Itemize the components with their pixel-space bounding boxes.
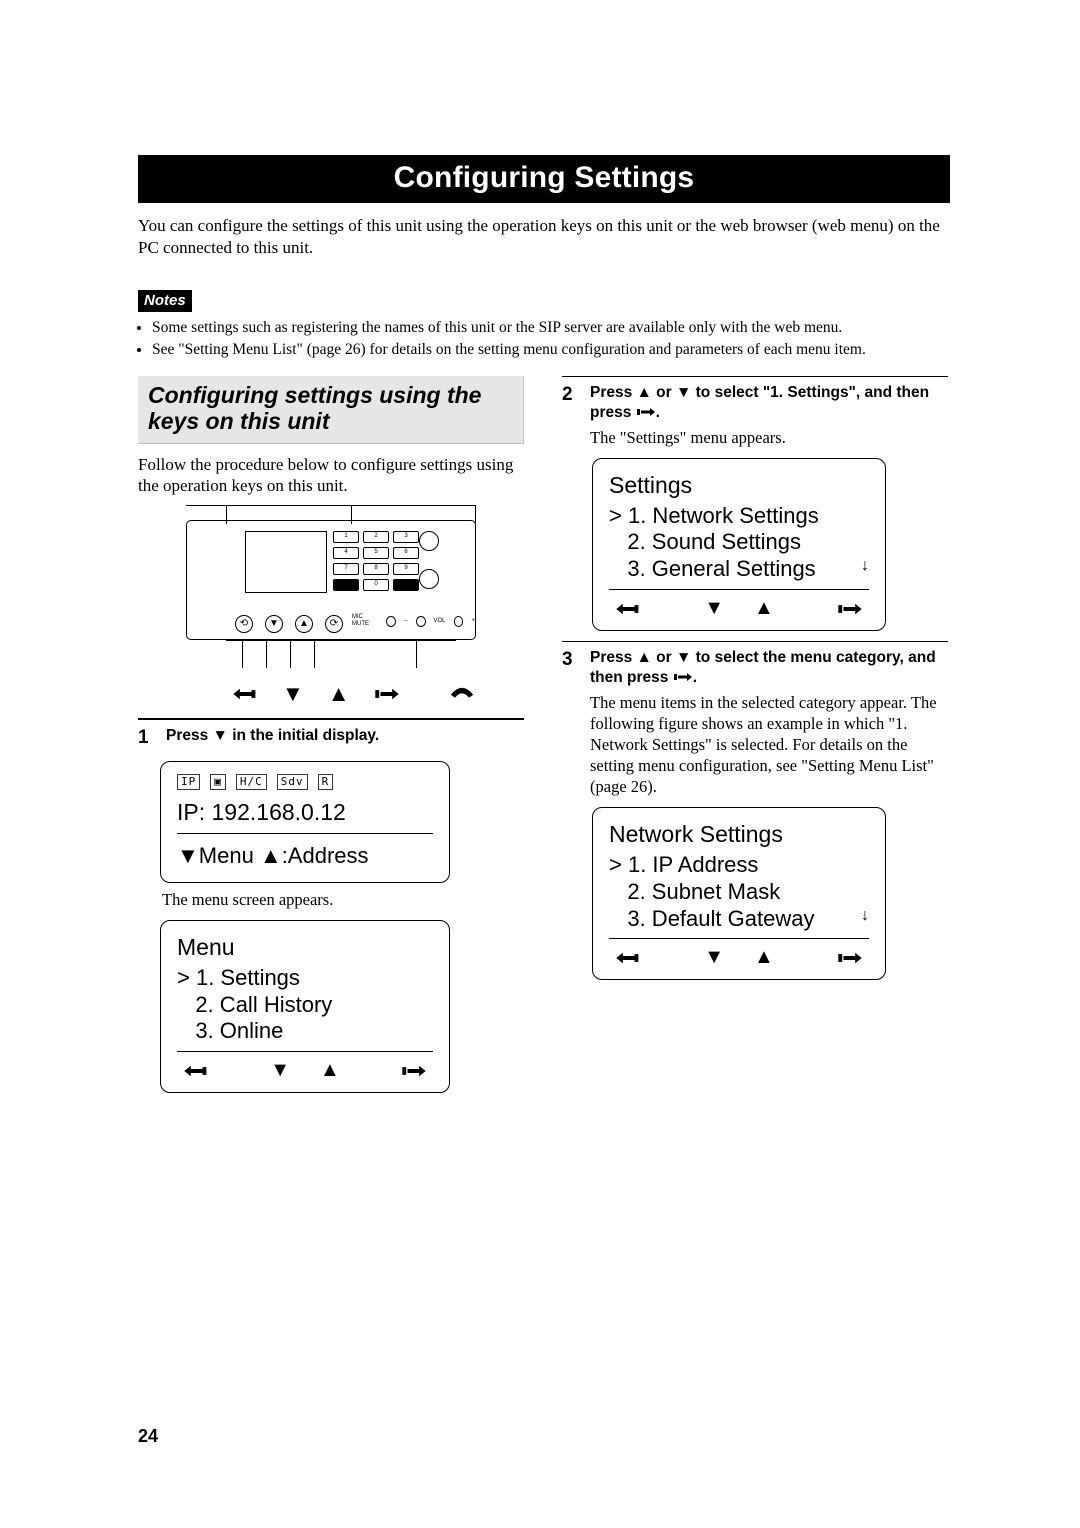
back-icon [232, 680, 258, 708]
lcd-menu-title: Settings [609, 471, 869, 500]
lcd-footer-hint: ▼Menu ▲:Address [177, 842, 433, 870]
lcd-ip-line: IP: 192.168.0.12 [177, 798, 433, 827]
device-illustration: 123 456 789 0 ⟲ ▼ ▲ ⟳ MIC MUTE [186, 505, 476, 708]
enter-icon [401, 1062, 427, 1080]
banner-title: Configuring Settings [394, 161, 695, 194]
up-icon: ▲ [754, 945, 774, 971]
lcd-initial-display: IP ▣ H/C Sdv R IP: 192.168.0.12 ▼Menu ▲:… [160, 761, 450, 884]
lcd-menu-item: 3. Default Gateway [609, 906, 814, 933]
step-1: 1 Press ▼ in the initial display. [138, 726, 524, 750]
scroll-down-indicator: ↓ [861, 906, 869, 933]
lcd-network-settings: Network Settings 1. IP Address 2. Subnet… [592, 807, 886, 980]
enter-icon [673, 669, 693, 686]
page-number: 24 [138, 1425, 158, 1448]
step-number: 1 [138, 726, 156, 750]
scroll-down-indicator: ↓ [861, 556, 869, 583]
step-number: 2 [562, 383, 580, 448]
lcd-settings-menu: Settings 1. Network Settings 2. Sound Se… [592, 458, 886, 631]
lcd-menu-item: 1. Network Settings [609, 503, 869, 530]
step-1-instruction: Press ▼ in the initial display. [166, 726, 524, 746]
down-button-icon: ▼ [265, 615, 283, 633]
back-icon [615, 949, 641, 967]
lead-paragraph: Follow the procedure below to configure … [138, 454, 524, 498]
down-icon: ▼ [270, 1058, 290, 1084]
hook-icon [448, 680, 476, 708]
note-item: See "Setting Menu List" (page 26) for de… [152, 340, 950, 360]
lcd-status-icons: IP ▣ H/C Sdv R [177, 774, 433, 790]
intro-paragraph: You can configure the settings of this u… [138, 215, 950, 259]
step-2-instruction: Press ▲ or ▼ to select "1. Settings", an… [590, 383, 948, 423]
step-3-result: The menu items in the selected category … [590, 692, 948, 798]
lcd-menu-item: 2. Sound Settings [609, 529, 869, 556]
step-3-instruction: Press ▲ or ▼ to select the menu category… [590, 648, 948, 688]
lcd-menu-item: 2. Call History [177, 992, 433, 1019]
lcd-menu-item: 1. IP Address [609, 852, 869, 879]
enter-icon [837, 600, 863, 618]
down-icon: ▼ [704, 596, 724, 622]
back-icon [183, 1062, 209, 1080]
lcd-menu-item: 2. Subnet Mask [609, 879, 869, 906]
lcd-menu-item: 3. Online [177, 1018, 433, 1045]
step-2-result: The "Settings" menu appears. [590, 427, 948, 448]
up-button-icon: ▲ [295, 615, 313, 633]
lcd-menu-item: 3. General Settings [609, 556, 816, 583]
section-banner: Configuring Settings [138, 155, 950, 203]
up-icon: ▲ [754, 596, 774, 622]
down-icon: ▼ [704, 945, 724, 971]
enter-button-icon: ⟳ [325, 615, 343, 633]
step-number: 3 [562, 648, 580, 798]
enter-icon [636, 404, 656, 421]
subheading-box: Configuring settings using the keys on t… [138, 376, 524, 444]
step-3: 3 Press ▲ or ▼ to select the menu catego… [562, 648, 948, 798]
lcd-menu-screen: Menu 1. Settings 2. Call History 3. Onli… [160, 920, 450, 1093]
down-icon: ▼ [282, 680, 304, 708]
lcd-menu-title: Menu [177, 933, 433, 962]
enter-icon [374, 680, 400, 708]
up-icon: ▲ [320, 1058, 340, 1084]
note-item: Some settings such as registering the na… [152, 318, 950, 338]
step-1-result: The menu screen appears. [162, 889, 524, 910]
enter-icon [837, 949, 863, 967]
notes-label: Notes [138, 290, 192, 312]
step-2: 2 Press ▲ or ▼ to select "1. Settings", … [562, 383, 948, 448]
subheading: Configuring settings using the keys on t… [148, 382, 513, 435]
notes-list: Some settings such as registering the na… [138, 318, 950, 360]
back-button-icon: ⟲ [235, 615, 253, 633]
lcd-menu-item: 1. Settings [177, 965, 433, 992]
lcd-menu-title: Network Settings [609, 820, 869, 849]
up-icon: ▲ [328, 680, 350, 708]
back-icon [615, 600, 641, 618]
